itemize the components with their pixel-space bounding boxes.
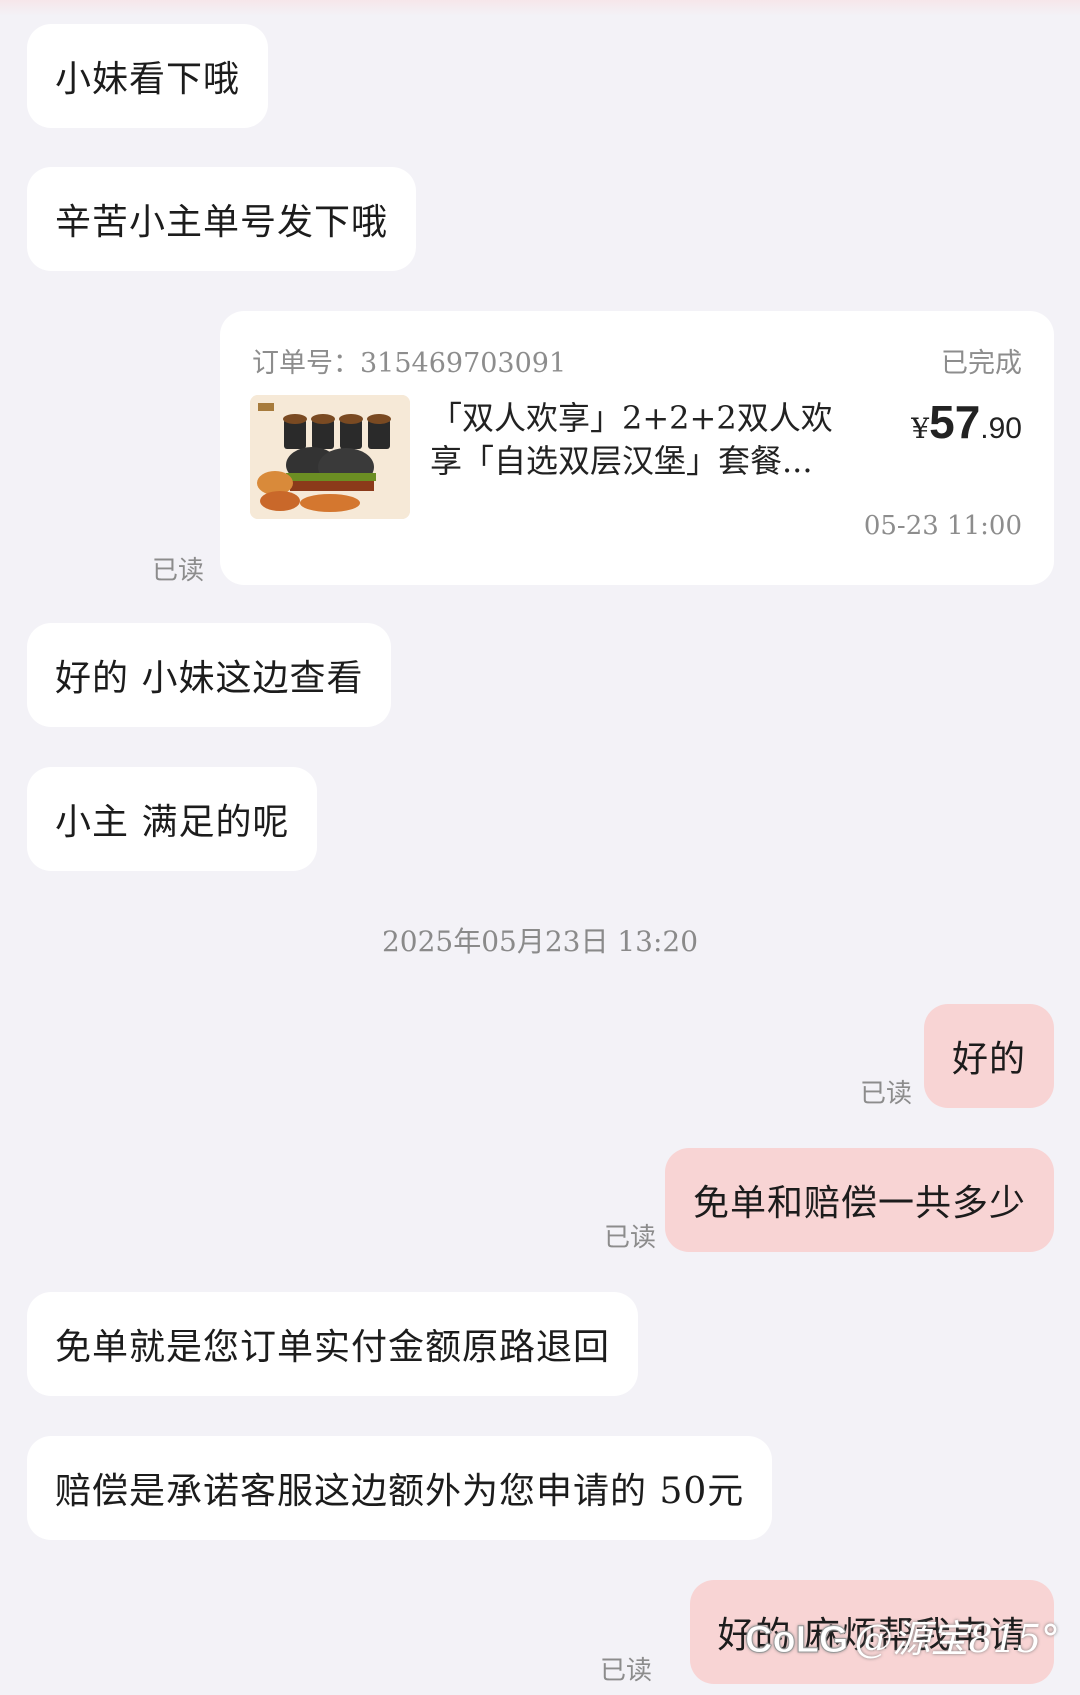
order-status: 已完成 — [941, 348, 1022, 379]
order-number: 订单号：315469703091 — [252, 348, 567, 379]
watermark-text: @源宝815° — [854, 1617, 1060, 1661]
read-receipt: 已读 — [860, 1079, 913, 1109]
order-time: 05-23 11:00 — [863, 511, 1022, 541]
message-text: 小妹看下哦 — [55, 59, 241, 100]
incoming-message[interactable]: 小主 满足的呢 — [27, 767, 318, 871]
watermark-logo: CoLG — [745, 1619, 849, 1662]
incoming-message[interactable]: 小妹看下哦 — [27, 24, 269, 128]
order-card[interactable]: 订单号：315469703091 已完成 「双人欢享」2+2+2双人欢享「自选双… — [220, 311, 1054, 585]
price-currency: ¥ — [911, 412, 930, 445]
order-item-name: 「双人欢享」2+2+2双人欢享「自选双层汉堡」套餐... — [430, 399, 833, 480]
incoming-message[interactable]: 免单就是您订单实付金额原路退回 — [27, 1292, 639, 1396]
message-text: 好的 — [951, 1039, 1026, 1080]
incoming-message[interactable]: 赔偿是承诺客服这边额外为您申请的 50元 — [27, 1436, 773, 1540]
status-bar-fade — [0, 0, 1080, 16]
message-text: 小主 满足的呢 — [55, 802, 290, 843]
message-text: 辛苦小主单号发下哦 — [55, 202, 389, 243]
incoming-message[interactable]: 辛苦小主单号发下哦 — [27, 167, 417, 271]
chat-timestamp: 2025年05月23日 13:20 — [381, 925, 699, 958]
incoming-message[interactable]: 好的 小妹这边查看 — [27, 623, 392, 727]
read-receipt: 已读 — [604, 1223, 657, 1253]
message-text: 免单和赔偿一共多少 — [692, 1183, 1026, 1224]
watermark: CoLG @源宝815° — [745, 1608, 1060, 1663]
message-text: 好的 小妹这边查看 — [55, 658, 364, 699]
price-integer: 57 — [929, 396, 981, 448]
read-receipt: 已读 — [600, 1656, 653, 1686]
message-text: 免单就是您订单实付金额原路退回 — [55, 1327, 611, 1368]
outgoing-message[interactable]: 好的 — [923, 1004, 1054, 1108]
outgoing-message[interactable]: 免单和赔偿一共多少 — [664, 1148, 1054, 1252]
read-receipt: 已读 — [152, 556, 205, 586]
price-decimal: .90 — [980, 412, 1022, 445]
message-text: 赔偿是承诺客服这边额外为您申请的 50元 — [55, 1471, 745, 1512]
product-image — [250, 395, 410, 519]
order-price: ¥57.90 — [911, 395, 1022, 449]
